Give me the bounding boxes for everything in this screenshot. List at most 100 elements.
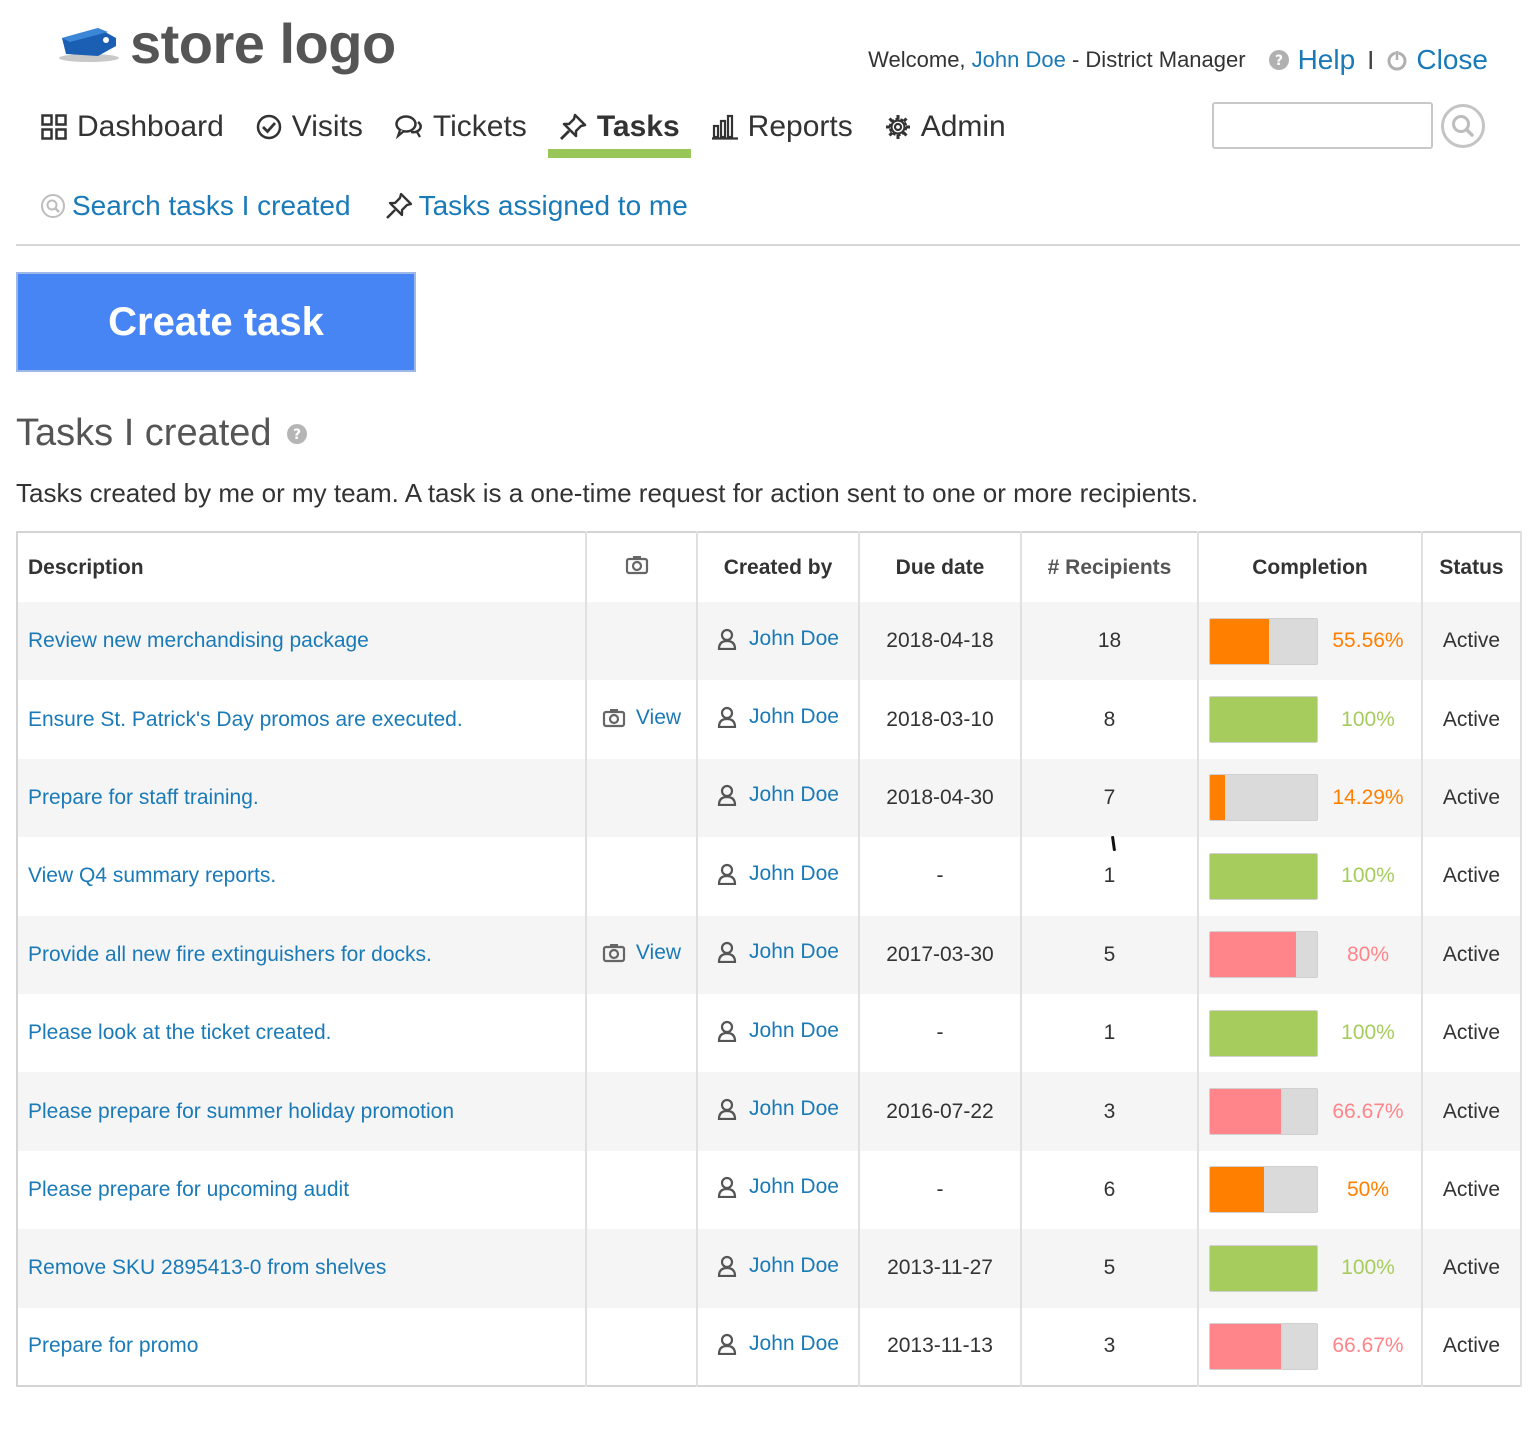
creator-link[interactable]: John Doe: [717, 1019, 839, 1043]
task-description-link[interactable]: Prepare for staff training.: [28, 786, 259, 809]
nav-item-reports[interactable]: Reports: [701, 98, 864, 156]
cell-created-by: John Doe: [697, 1150, 860, 1230]
cell-recipients: 3: [1021, 1307, 1199, 1386]
creator-name: John Doe: [749, 1018, 839, 1042]
task-description-link[interactable]: Please look at the ticket created.: [28, 1021, 332, 1044]
subnav-divider: [16, 244, 1520, 246]
search-button[interactable]: [1441, 104, 1485, 148]
cell-due-date: -: [859, 993, 1022, 1073]
user-icon: [717, 706, 737, 729]
cell-description: Prepare for promo: [17, 1307, 587, 1386]
cell-recipients: 5: [1021, 1229, 1199, 1308]
section-title: Tasks I created ?: [16, 412, 308, 455]
create-task-button[interactable]: Create task: [16, 272, 416, 372]
price-tag-icon: [58, 24, 120, 64]
task-description-link[interactable]: Please prepare for summer holiday promot…: [28, 1100, 454, 1123]
creator-link[interactable]: John Doe: [717, 783, 839, 807]
task-description-link[interactable]: View Q4 summary reports.: [28, 864, 276, 887]
cell-status: Active: [1422, 758, 1522, 838]
cell-due-date: 2017-03-30: [859, 915, 1022, 994]
completion-bar-fill: [1210, 1323, 1282, 1369]
nav-item-dashboard[interactable]: Dashboard: [30, 98, 235, 156]
user-icon: [717, 628, 737, 650]
view-photo-link[interactable]: View: [602, 941, 681, 965]
table-row: Provide all new fire extinguishers for d…: [17, 915, 1522, 994]
cell-due-date: -: [859, 1150, 1022, 1230]
task-description-link[interactable]: Review new merchandising package: [28, 629, 369, 652]
cell-photo: [586, 1072, 698, 1151]
creator-link[interactable]: John Doe: [717, 1175, 839, 1199]
task-description-link[interactable]: Please prepare for upcoming audit: [28, 1178, 349, 1201]
view-photo-link[interactable]: View: [602, 706, 681, 730]
cell-description: Ensure St. Patrick's Day promos are exec…: [17, 680, 587, 759]
task-description-link[interactable]: Provide all new fire extinguishers for d…: [28, 943, 432, 966]
help-icon[interactable]: ?: [286, 412, 308, 455]
col-header-recipients[interactable]: # Recipients: [1021, 532, 1199, 602]
welcome-text: Welcome,: [868, 47, 966, 72]
user-icon: [717, 1098, 737, 1121]
chat-bubbles-icon: [395, 115, 422, 140]
cell-photo: [586, 993, 698, 1073]
col-header-description[interactable]: Description: [17, 532, 587, 602]
cell-created-by: John Doe: [697, 680, 860, 759]
cell-due-date: -: [859, 837, 1022, 916]
view-label: View: [635, 940, 682, 964]
tasks-subnav: Search tasks I created Tasks assigned to…: [40, 190, 722, 222]
creator-link[interactable]: John Doe: [717, 705, 839, 729]
close-link[interactable]: Close: [1416, 44, 1488, 76]
nav-label: Admin: [920, 110, 1006, 143]
task-description-link[interactable]: Ensure St. Patrick's Day promos are exec…: [28, 708, 463, 731]
tasks-assigned-link[interactable]: Tasks assigned to me: [385, 190, 688, 222]
creator-link[interactable]: John Doe: [717, 1097, 839, 1121]
completion-percent: 14.29%: [1332, 785, 1404, 809]
dashboard-grid-icon: [41, 114, 67, 140]
search-tasks-created-link[interactable]: Search tasks I created: [40, 190, 351, 222]
pushpin-icon: [559, 113, 587, 140]
cell-due-date: 2016-07-22: [859, 1072, 1022, 1151]
cell-due-date: 2018-04-30: [859, 758, 1022, 838]
gear-icon: [885, 115, 910, 139]
creator-name: John Doe: [749, 626, 839, 650]
logo-text: store logo: [130, 12, 396, 75]
task-description-link[interactable]: Remove SKU 2895413-0 from shelves: [28, 1256, 386, 1279]
cell-created-by: John Doe: [697, 837, 860, 916]
cell-created-by: John Doe: [697, 1229, 860, 1308]
cell-photo: [586, 758, 698, 838]
help-link[interactable]: Help: [1298, 44, 1356, 76]
completion-bar-fill: [1210, 618, 1270, 664]
completion-bar: [1209, 617, 1318, 665]
store-logo[interactable]: store logo: [58, 12, 396, 76]
completion-percent: 55.56%: [1332, 629, 1404, 653]
cell-description: Please prepare for upcoming audit: [17, 1150, 587, 1230]
cell-completion: 80%: [1198, 915, 1423, 994]
user-name-link[interactable]: John Doe: [972, 47, 1066, 73]
task-description-link[interactable]: Prepare for promo: [28, 1334, 198, 1357]
global-search-input[interactable]: [1212, 102, 1433, 149]
completion-bar: [1209, 774, 1318, 822]
cell-completion: 100%: [1198, 680, 1423, 759]
col-header-status[interactable]: Status: [1422, 532, 1522, 602]
cell-recipients: 8: [1021, 680, 1199, 759]
cell-status: Active: [1422, 1229, 1522, 1308]
nav-label: Tickets: [432, 110, 527, 143]
nav-item-admin[interactable]: Admin: [874, 98, 1017, 156]
col-header-due-date[interactable]: Due date: [859, 532, 1022, 602]
camera-icon: [602, 943, 626, 962]
col-header-completion[interactable]: Completion: [1198, 532, 1423, 602]
col-header-created-by[interactable]: Created by: [697, 532, 860, 602]
creator-link[interactable]: John Doe: [717, 627, 839, 651]
creator-link[interactable]: John Doe: [717, 1332, 839, 1356]
user-icon: [717, 785, 737, 807]
user-bar: Welcome, John Doe - District Manager ? H…: [868, 44, 1488, 76]
creator-link[interactable]: John Doe: [717, 940, 839, 964]
completion-percent: 100%: [1341, 1256, 1395, 1280]
nav-item-tasks[interactable]: Tasks: [547, 98, 691, 158]
nav-item-tickets[interactable]: Tickets: [384, 98, 538, 156]
creator-link[interactable]: John Doe: [717, 862, 839, 886]
creator-link[interactable]: John Doe: [717, 1254, 839, 1278]
cell-created-by: John Doe: [697, 1307, 860, 1386]
completion-bar-fill: [1210, 697, 1317, 743]
nav-item-visits[interactable]: Visits: [245, 98, 374, 156]
help-icon: ?: [1268, 49, 1290, 71]
table-row: View Q4 summary reports. John Doe -1 100% Ac…: [17, 837, 1522, 916]
